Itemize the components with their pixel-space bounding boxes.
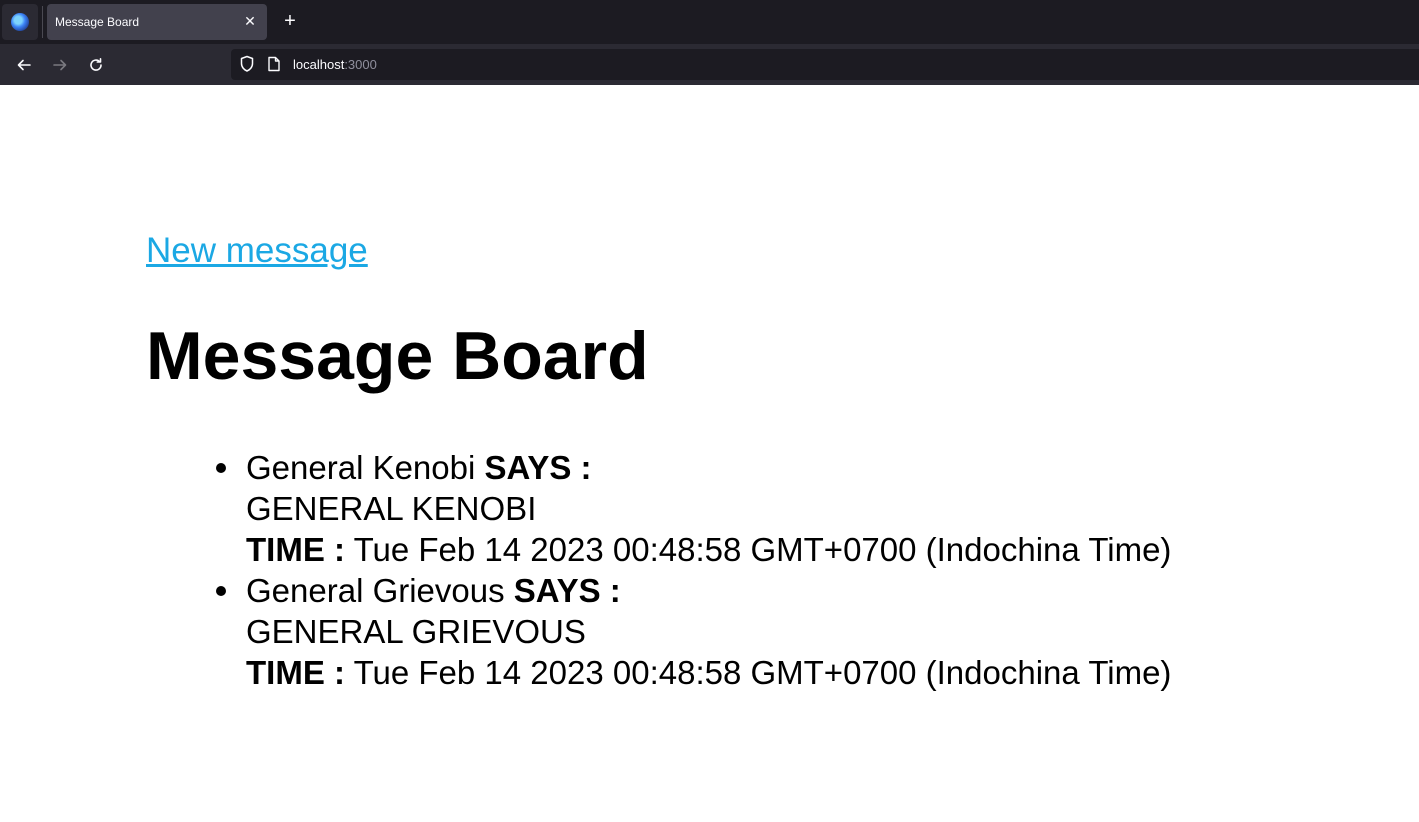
says-label: SAYS : bbox=[484, 449, 592, 486]
message-time-line: TIME : Tue Feb 14 2023 00:48:58 GMT+0700… bbox=[246, 652, 1171, 693]
url-text[interactable]: localhost:3000 bbox=[293, 57, 377, 72]
time-label: TIME : bbox=[246, 654, 345, 691]
arrow-left-icon bbox=[17, 59, 31, 71]
shield-icon[interactable] bbox=[239, 55, 255, 73]
firefox-view-button[interactable] bbox=[2, 4, 38, 40]
arrow-right-icon bbox=[53, 59, 67, 71]
firefox-icon bbox=[11, 13, 29, 31]
browser-chrome: Message Board ✕ + localhost:3000 bbox=[0, 0, 1419, 85]
navigation-bar: localhost:3000 bbox=[0, 44, 1419, 85]
page-content: New message Message Board General Kenobi… bbox=[0, 85, 1419, 822]
tab-message-board[interactable]: Message Board ✕ bbox=[47, 4, 267, 40]
message-time: Tue Feb 14 2023 00:48:58 GMT+0700 (Indoc… bbox=[353, 654, 1172, 691]
back-button[interactable] bbox=[11, 52, 37, 78]
url-bar[interactable]: localhost:3000 bbox=[231, 49, 1419, 80]
bullet-icon bbox=[216, 586, 226, 596]
message-text: GENERAL GRIEVOUS bbox=[246, 613, 586, 650]
list-item: General Grievous SAYS : GENERAL GRIEVOUS… bbox=[216, 570, 1171, 693]
tab-title: Message Board bbox=[55, 15, 140, 29]
list-item: General Kenobi SAYS : GENERAL KENOBI TIM… bbox=[216, 447, 1171, 570]
page-title: Message Board bbox=[146, 318, 649, 394]
time-label: TIME : bbox=[246, 531, 345, 568]
tab-bar: Message Board ✕ + bbox=[0, 0, 1419, 44]
close-icon[interactable]: ✕ bbox=[241, 12, 259, 30]
forward-button[interactable] bbox=[47, 52, 73, 78]
message-header: General Grievous SAYS : bbox=[246, 570, 1171, 611]
message-time: Tue Feb 14 2023 00:48:58 GMT+0700 (Indoc… bbox=[353, 531, 1172, 568]
url-port: :3000 bbox=[344, 57, 377, 72]
message-user: General Grievous bbox=[246, 572, 505, 609]
url-host: localhost bbox=[293, 57, 345, 72]
reload-button[interactable] bbox=[83, 52, 109, 78]
bullet-icon bbox=[216, 463, 226, 473]
message-header: General Kenobi SAYS : bbox=[246, 447, 1171, 488]
reload-icon bbox=[90, 58, 102, 71]
message-list: General Kenobi SAYS : GENERAL KENOBI TIM… bbox=[216, 447, 1171, 693]
message-user: General Kenobi bbox=[246, 449, 476, 486]
page-icon[interactable] bbox=[267, 56, 281, 72]
new-message-link[interactable]: New message bbox=[146, 231, 368, 271]
message-time-line: TIME : Tue Feb 14 2023 00:48:58 GMT+0700… bbox=[246, 529, 1171, 570]
new-tab-button[interactable]: + bbox=[280, 11, 300, 31]
tab-separator bbox=[42, 6, 43, 38]
message-text: GENERAL KENOBI bbox=[246, 490, 537, 527]
says-label: SAYS : bbox=[513, 572, 621, 609]
